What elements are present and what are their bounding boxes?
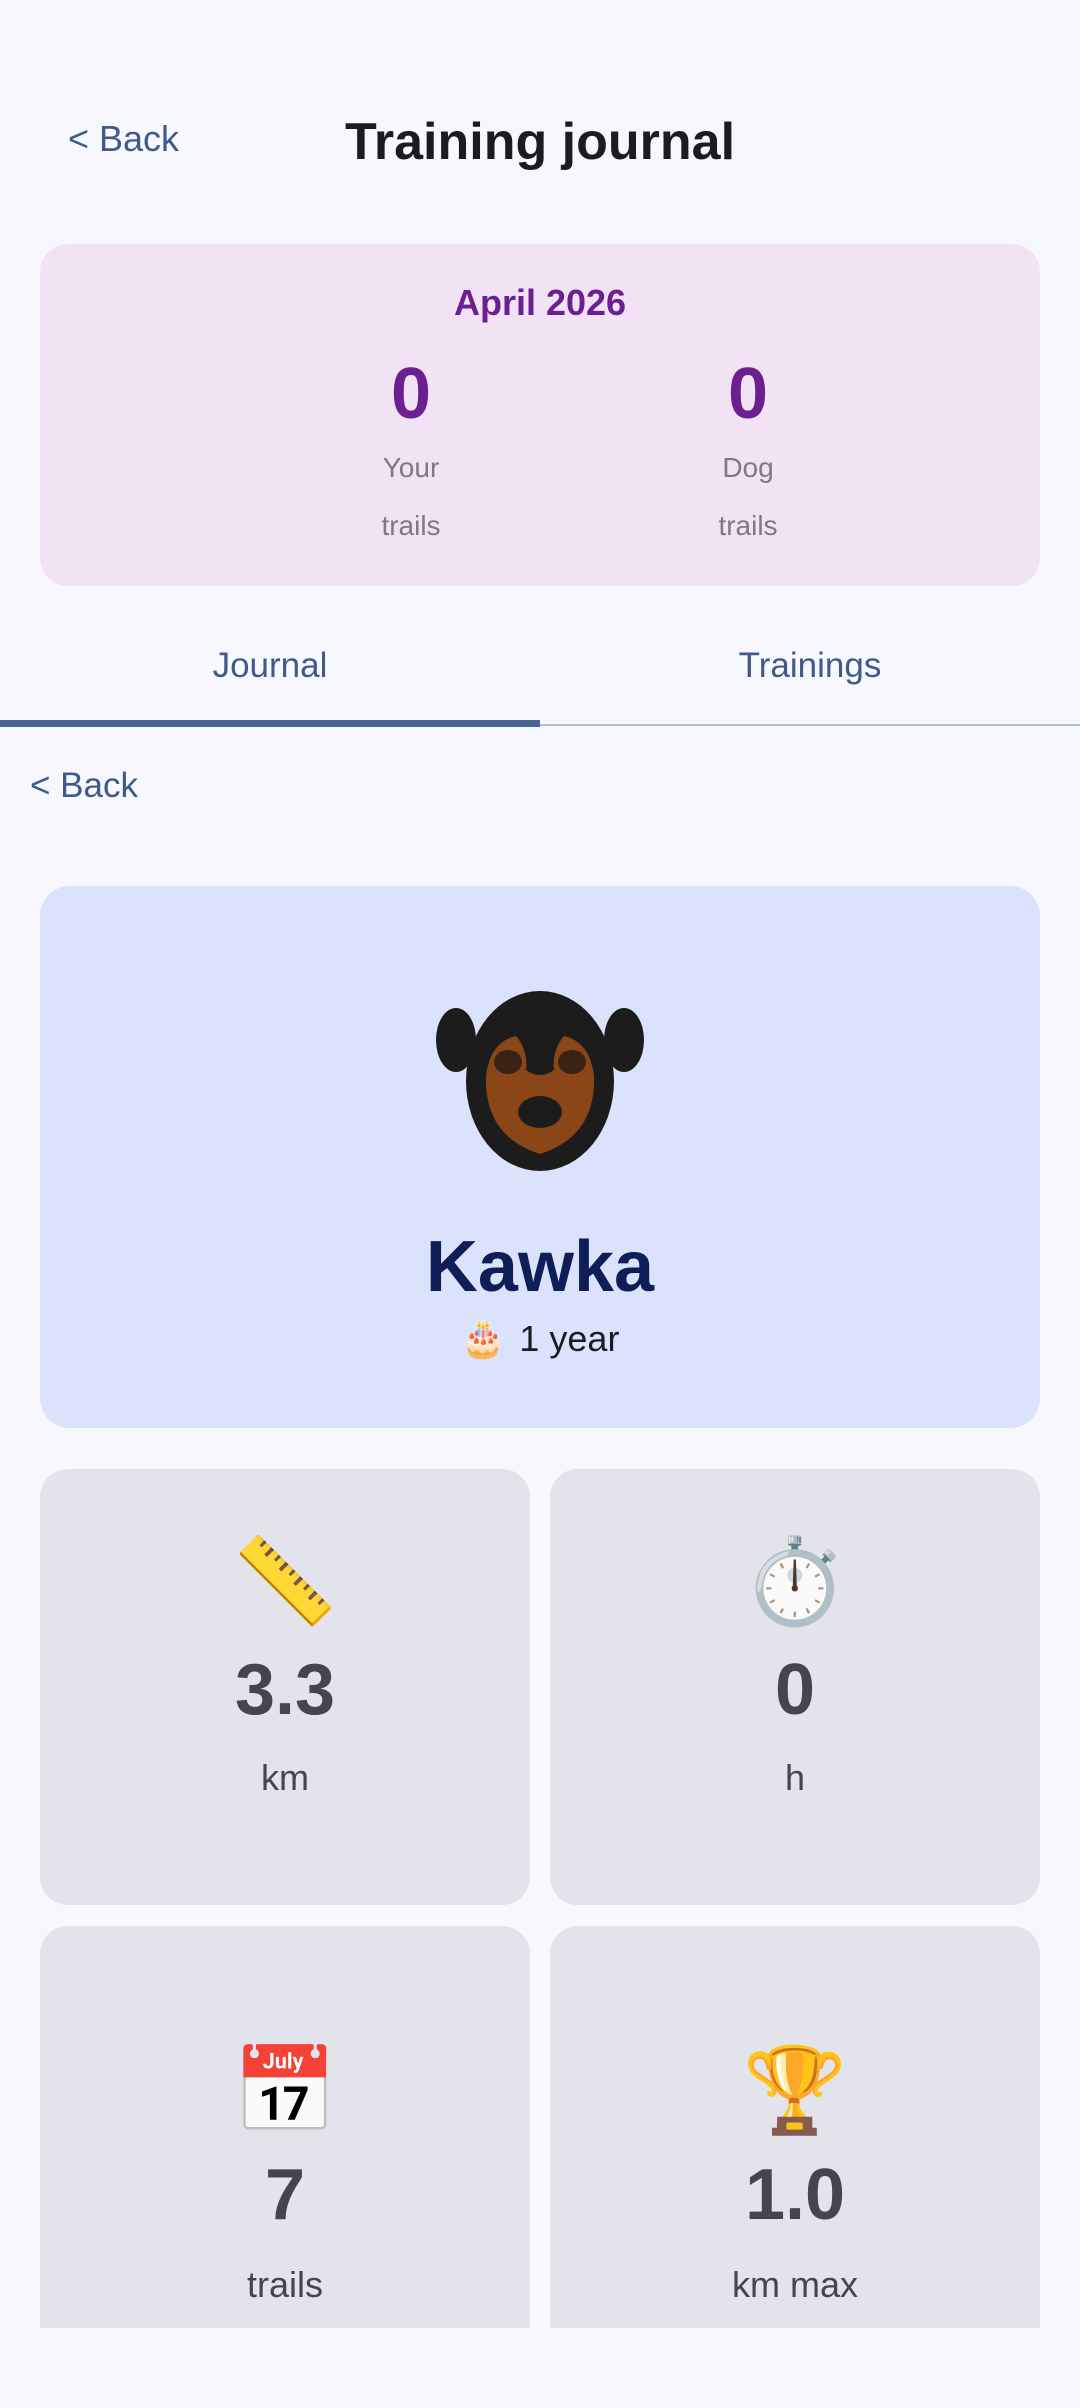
distance-value: 3.3 <box>234 1650 336 1730</box>
dog-age: 🎂 1 year <box>40 1318 1040 1360</box>
stat-tile-trails: 📅 7 trails <box>40 1926 530 2328</box>
page: < Back Training journal April 2026 0 You… <box>0 0 1080 2408</box>
time-unit: h <box>784 1757 806 1798</box>
dog-avatar-icon <box>436 991 644 1171</box>
trophy-icon: 🏆 <box>742 2043 848 2137</box>
birthday-cake-icon: 🎂 <box>460 1318 506 1359</box>
month-summary-card: April 2026 0 Your trails 0 Dog trails <box>40 244 1040 586</box>
tab-journal[interactable]: Journal <box>0 636 540 726</box>
inner-back-button[interactable]: < Back <box>30 766 138 806</box>
tab-divider <box>540 724 1080 726</box>
tab-bar: Journal Trainings <box>0 636 1080 727</box>
dog-trails-label-line2: trails <box>718 510 778 541</box>
dog-name: Kawka <box>425 1227 655 1307</box>
tab-trainings[interactable]: Trainings <box>540 636 1080 726</box>
stopwatch-icon: ⏱️ <box>742 1534 848 1628</box>
trails-unit: trails <box>246 2264 323 2305</box>
ruler-icon: 📏 <box>232 1534 338 1628</box>
max-distance-value: 1.0 <box>744 2155 846 2235</box>
max-distance-unit: km max <box>732 2264 858 2305</box>
your-trails-label-line2: trails <box>381 510 441 541</box>
trails-value: 7 <box>264 2155 306 2235</box>
page-title: Training journal <box>344 113 736 171</box>
month-label: April 2026 <box>453 282 627 323</box>
dog-trails-count: 0 <box>727 354 769 434</box>
your-trails-count: 0 <box>390 354 432 434</box>
time-value: 0 <box>774 1650 816 1730</box>
your-trails-stat: 0 Your trails <box>311 354 511 556</box>
stat-tile-max-distance: 🏆 1.0 km max <box>550 1926 1040 2328</box>
dog-trails-label-line1: Dog <box>722 452 774 483</box>
your-trails-label-line1: Your <box>382 452 440 483</box>
dog-profile-card: Kawka 🎂 1 year <box>40 886 1040 1428</box>
dog-trails-stat: 0 Dog trails <box>648 354 848 556</box>
dog-age-text: 1 year <box>519 1318 620 1359</box>
distance-unit: km <box>261 1757 309 1798</box>
calendar-icon: 📅 <box>232 2043 338 2137</box>
active-tab-indicator <box>0 720 540 727</box>
stat-tile-distance: 📏 3.3 km <box>40 1469 530 1905</box>
stat-tile-time: ⏱️ 0 h <box>550 1469 1040 1905</box>
